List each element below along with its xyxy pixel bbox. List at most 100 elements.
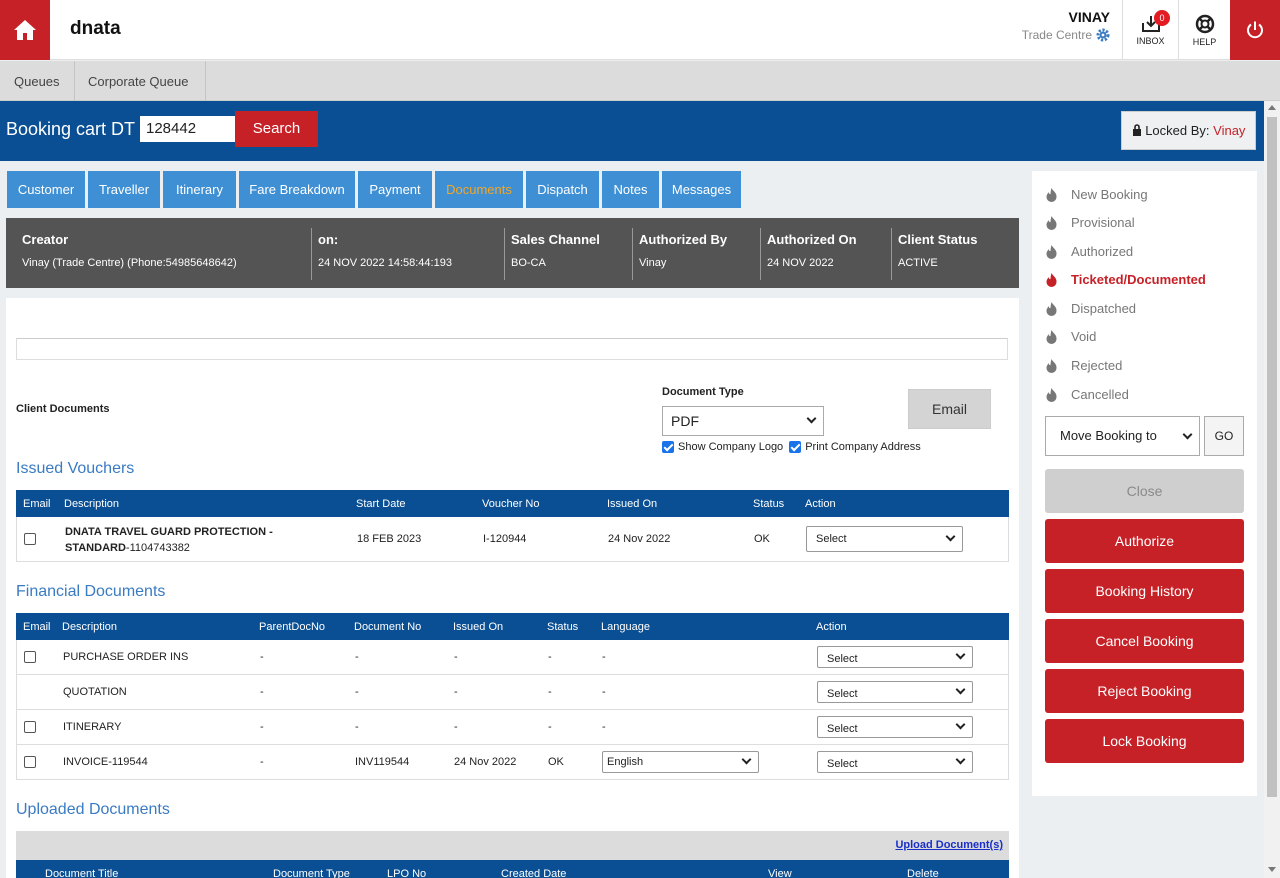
print-address-checkbox[interactable]	[789, 441, 802, 453]
tab-dispatch[interactable]: Dispatch	[526, 171, 599, 208]
help-button[interactable]: HELP	[1178, 0, 1230, 60]
go-button[interactable]: GO	[1204, 416, 1244, 456]
empty-row	[16, 338, 1008, 360]
tab-messages[interactable]: Messages	[662, 171, 741, 208]
tab-itinerary[interactable]: Itinerary	[163, 171, 236, 208]
brand-name: dnata	[70, 18, 121, 39]
voucher-desc-id: -1104743382	[125, 542, 190, 554]
inbox-count-badge: 0	[1154, 10, 1170, 26]
cancel-booking-button[interactable]: Cancel Booking	[1045, 619, 1244, 663]
client-documents-label: Client Documents	[16, 403, 110, 415]
document-options: Show Company Logo Print Company Address	[662, 441, 921, 453]
voucher-action-select[interactable]: Select	[806, 526, 963, 552]
language-select[interactable]: English	[602, 751, 759, 773]
user-role-settings[interactable]: Trade Centre	[1022, 28, 1110, 42]
status-label: Rejected	[1071, 358, 1123, 373]
col-status: Status	[547, 621, 579, 633]
row-issued-on: 24 Nov 2022	[454, 756, 517, 768]
row-email-checkbox[interactable]	[24, 651, 36, 663]
scroll-up-arrow-icon[interactable]	[1268, 105, 1276, 110]
tab-customer[interactable]: Customer	[7, 171, 85, 208]
row-issued-on: -	[454, 686, 458, 698]
search-button[interactable]: Search	[235, 111, 318, 147]
status-label: New Booking	[1071, 187, 1148, 202]
flame-icon	[1046, 329, 1057, 344]
tab-fare-breakdown[interactable]: Fare Breakdown	[239, 171, 355, 208]
move-booking-select[interactable]: Move Booking to	[1045, 416, 1200, 456]
status-rejected: Rejected	[1046, 358, 1122, 373]
subnav-queues[interactable]: Queues	[0, 61, 75, 101]
status-label: Void	[1071, 329, 1097, 344]
col-document-type: Document Type	[273, 868, 350, 878]
authorize-button[interactable]: Authorize	[1045, 519, 1244, 563]
creator-heading: Creator	[22, 232, 69, 247]
chevron-down-icon	[945, 531, 956, 542]
status-label: Cancelled	[1071, 387, 1129, 402]
row-email-checkbox[interactable]	[24, 756, 36, 768]
email-button[interactable]: Email	[908, 389, 991, 429]
select-value: Select	[827, 653, 858, 665]
booking-number-input[interactable]: 128442	[140, 116, 236, 142]
show-logo-checkbox[interactable]	[662, 441, 674, 453]
locked-by-user: Vinay	[1213, 123, 1246, 138]
move-booking-value: Move Booking to	[1060, 428, 1157, 443]
lock-booking-button[interactable]: Lock Booking	[1045, 719, 1244, 763]
row-action-select[interactable]: Select	[817, 716, 973, 738]
tab-notes[interactable]: Notes	[602, 171, 659, 208]
home-button[interactable]	[0, 0, 50, 60]
status-cancelled: Cancelled	[1046, 387, 1129, 402]
inbox-button[interactable]: 0 INBOX	[1122, 0, 1178, 60]
created-on-heading: on:	[318, 232, 339, 247]
flame-icon	[1046, 215, 1057, 230]
row-action-select[interactable]: Select	[817, 751, 973, 773]
row-status: -	[548, 686, 552, 698]
row-action-select[interactable]: Select	[817, 646, 973, 668]
authorized-on-heading: Authorized On	[767, 232, 857, 247]
scroll-down-arrow-icon[interactable]	[1268, 867, 1276, 872]
col-parent-doc-no: ParentDocNo	[259, 621, 326, 633]
col-created-date: Created Date	[501, 868, 567, 878]
status-label: Authorized	[1071, 244, 1134, 259]
flame-icon	[1046, 244, 1057, 259]
user-role: Trade Centre	[1021, 28, 1092, 42]
vouchers-table-header: Email Description Start Date Voucher No …	[16, 490, 1009, 517]
scroll-thumb[interactable]	[1267, 117, 1277, 797]
row-email-checkbox[interactable]	[24, 721, 36, 733]
document-type-select[interactable]: PDF	[662, 406, 824, 436]
tab-payment[interactable]: Payment	[358, 171, 432, 208]
voucher-email-checkbox[interactable]	[24, 533, 36, 545]
col-description: Description	[64, 498, 120, 510]
logout-button[interactable]	[1230, 0, 1280, 60]
subnav-corporate-queue[interactable]: Corporate Queue	[74, 61, 206, 101]
col-issued-on: Issued On	[607, 498, 658, 510]
status-new-booking: New Booking	[1046, 187, 1148, 202]
tab-traveller[interactable]: Traveller	[88, 171, 160, 208]
select-value: Select	[827, 688, 858, 700]
select-value: Select	[816, 533, 847, 545]
authorized-by-heading: Authorized By	[639, 232, 728, 247]
booking-info-bar: Creator Vinay (Trade Centre) (Phone:5498…	[6, 218, 1019, 288]
close-button[interactable]: Close	[1045, 469, 1244, 513]
authorized-by-info: Authorized By Vinay	[639, 232, 727, 269]
client-status-heading: Client Status	[898, 232, 978, 247]
col-email: Email	[23, 498, 51, 510]
row-parent-doc: -	[260, 721, 264, 733]
row-description: PURCHASE ORDER INS	[63, 651, 189, 663]
col-description: Description	[62, 621, 118, 633]
col-language: Language	[601, 621, 650, 633]
authorized-by-value: Vinay	[639, 257, 667, 269]
gear-icon[interactable]	[1096, 28, 1110, 42]
col-document-no: Document No	[354, 621, 422, 633]
chevron-down-icon	[955, 649, 966, 660]
row-action-select[interactable]: Select	[817, 681, 973, 703]
tab-documents[interactable]: Documents	[435, 171, 523, 208]
creator-value: Vinay (Trade Centre) (Phone:54985648642)	[22, 257, 237, 269]
page-scrollbar[interactable]	[1264, 101, 1280, 878]
locked-by-label: Locked By:	[1145, 123, 1210, 138]
creator-info: Creator Vinay (Trade Centre) (Phone:5498…	[22, 232, 237, 269]
booking-history-button[interactable]: Booking History	[1045, 569, 1244, 613]
reject-booking-button[interactable]: Reject Booking	[1045, 669, 1244, 713]
upload-documents-link[interactable]: Upload Document(s)	[895, 839, 1003, 851]
print-address-label: Print Company Address	[805, 441, 921, 453]
col-lpo-no: LPO No	[387, 868, 427, 878]
